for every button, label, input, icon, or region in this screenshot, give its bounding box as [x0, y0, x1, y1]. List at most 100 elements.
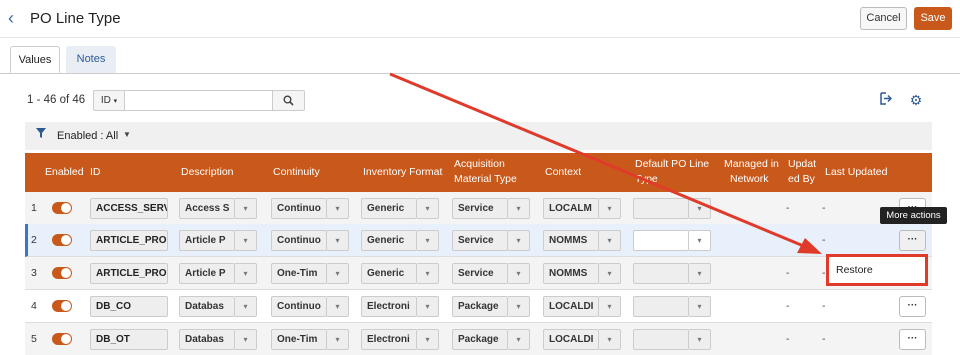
- chevron-down-icon[interactable]: ▾: [235, 230, 257, 251]
- enabled-toggle[interactable]: [52, 333, 72, 345]
- chevron-down-icon[interactable]: ▾: [689, 296, 711, 317]
- search-field-select[interactable]: ID ▾: [93, 90, 125, 111]
- enabled-toggle[interactable]: [52, 202, 72, 214]
- chevron-down-icon[interactable]: ▾: [599, 263, 621, 284]
- search-input[interactable]: [125, 90, 273, 111]
- inventory-format-select[interactable]: Generic: [361, 263, 417, 284]
- inventory-format-select[interactable]: Generic: [361, 230, 417, 251]
- continuity-select[interactable]: Continuo: [271, 198, 327, 219]
- filter-enabled-label[interactable]: Enabled : All: [57, 130, 118, 142]
- col-last-updated[interactable]: Last Updated: [825, 166, 887, 179]
- chevron-down-icon[interactable]: ▾: [417, 263, 439, 284]
- material-type-select[interactable]: Service: [452, 263, 508, 284]
- chevron-down-icon[interactable]: ▾: [327, 263, 349, 284]
- chevron-down-icon[interactable]: ▾: [327, 329, 349, 350]
- chevron-down-icon[interactable]: ▾: [235, 263, 257, 284]
- material-type-select[interactable]: Package: [452, 296, 508, 317]
- col-enabled[interactable]: Enabled: [45, 166, 84, 179]
- chevron-down-icon[interactable]: ▾: [508, 230, 530, 251]
- description-select[interactable]: Databas: [179, 329, 235, 350]
- col-id[interactable]: ID: [90, 166, 101, 179]
- chevron-down-icon[interactable]: ▼: [123, 130, 131, 139]
- chevron-down-icon[interactable]: ▾: [327, 230, 349, 251]
- table-row[interactable]: 1 ACCESS_SERV Access S ▾ Continuo ▾ Generic ▾ Se…: [25, 192, 932, 225]
- material-type-select[interactable]: Package: [452, 329, 508, 350]
- table-row[interactable]: 5 DB_OT Databas ▾ One-Tim ▾ Electroni ▾ Package ▾…: [25, 323, 932, 355]
- col-context[interactable]: Context: [545, 166, 581, 179]
- back-chevron-icon[interactable]: ‹: [8, 7, 22, 29]
- continuity-select[interactable]: One-Tim: [271, 329, 327, 350]
- enabled-toggle[interactable]: [52, 300, 72, 312]
- chevron-down-icon[interactable]: ▾: [235, 296, 257, 317]
- context-select[interactable]: LOCALM: [543, 198, 599, 219]
- more-actions-button[interactable]: ···: [899, 329, 926, 350]
- col-acq-material-line1[interactable]: Acquisition: [454, 158, 505, 171]
- chevron-down-icon[interactable]: ▾: [689, 230, 711, 251]
- description-select[interactable]: Article P: [179, 230, 235, 251]
- enabled-toggle[interactable]: [52, 234, 72, 246]
- inventory-format-select[interactable]: Generic: [361, 198, 417, 219]
- chevron-down-icon[interactable]: ▾: [417, 296, 439, 317]
- continuity-select[interactable]: One-Tim: [271, 263, 327, 284]
- chevron-down-icon[interactable]: ▾: [599, 329, 621, 350]
- context-select[interactable]: LOCALDI: [543, 296, 599, 317]
- col-default-line1[interactable]: Default PO Line: [635, 158, 709, 171]
- chevron-down-icon[interactable]: ▾: [689, 263, 711, 284]
- chevron-down-icon[interactable]: ▾: [508, 198, 530, 219]
- material-type-select[interactable]: Service: [452, 198, 508, 219]
- tab-notes[interactable]: Notes: [66, 46, 116, 73]
- id-field[interactable]: ARTICLE_PRO: [90, 263, 168, 284]
- search-button[interactable]: [273, 90, 305, 111]
- default-po-line-type-select[interactable]: [633, 198, 689, 219]
- col-updated-line2[interactable]: ed By: [788, 173, 815, 186]
- col-continuity[interactable]: Continuity: [273, 166, 320, 179]
- chevron-down-icon[interactable]: ▾: [327, 296, 349, 317]
- more-actions-button[interactable]: ···: [899, 296, 926, 317]
- chevron-down-icon[interactable]: ▾: [599, 230, 621, 251]
- description-select[interactable]: Access S: [179, 198, 235, 219]
- continuity-select[interactable]: Continuo: [271, 296, 327, 317]
- default-po-line-type-select[interactable]: [633, 263, 689, 284]
- id-field[interactable]: ACCESS_SERV: [90, 198, 168, 219]
- table-row[interactable]: 4 DB_CO Databas ▾ Continuo ▾ Electroni ▾ Package…: [25, 290, 932, 323]
- col-managed-line1[interactable]: Managed in: [724, 158, 779, 171]
- cancel-button[interactable]: Cancel: [860, 7, 907, 30]
- default-po-line-type-select[interactable]: [633, 329, 689, 350]
- context-select[interactable]: NOMMS: [543, 230, 599, 251]
- chevron-down-icon[interactable]: ▾: [235, 198, 257, 219]
- material-type-select[interactable]: Service: [452, 230, 508, 251]
- continuity-select[interactable]: Continuo: [271, 230, 327, 251]
- chevron-down-icon[interactable]: ▾: [689, 198, 711, 219]
- chevron-down-icon[interactable]: ▾: [417, 329, 439, 350]
- default-po-line-type-select[interactable]: [633, 296, 689, 317]
- id-field[interactable]: DB_OT: [90, 329, 168, 350]
- description-select[interactable]: Article P: [179, 263, 235, 284]
- context-select[interactable]: NOMMS: [543, 263, 599, 284]
- more-actions-button[interactable]: ···: [899, 230, 926, 251]
- chevron-down-icon[interactable]: ▾: [508, 329, 530, 350]
- context-select[interactable]: LOCALDI: [543, 329, 599, 350]
- inventory-format-select[interactable]: Electroni: [361, 329, 417, 350]
- col-inventory-format[interactable]: Inventory Format: [363, 166, 442, 179]
- table-row[interactable]: 3 ARTICLE_PRO Article P ▾ One-Tim ▾ Generic ▾ Se…: [25, 257, 932, 290]
- col-updated-line1[interactable]: Updat: [788, 158, 816, 171]
- chevron-down-icon[interactable]: ▾: [417, 198, 439, 219]
- inventory-format-select[interactable]: Electroni: [361, 296, 417, 317]
- default-po-line-type-select[interactable]: [633, 230, 689, 251]
- chevron-down-icon[interactable]: ▾: [599, 198, 621, 219]
- chevron-down-icon[interactable]: ▾: [508, 296, 530, 317]
- chevron-down-icon[interactable]: ▾: [327, 198, 349, 219]
- col-acq-material-line2[interactable]: Material Type: [454, 173, 517, 186]
- id-field[interactable]: ARTICLE_PRO: [90, 230, 168, 251]
- col-default-line2[interactable]: Type: [635, 173, 658, 186]
- col-managed-line2[interactable]: Network: [730, 173, 769, 186]
- chevron-down-icon[interactable]: ▾: [417, 230, 439, 251]
- menu-item-restore[interactable]: Restore: [836, 264, 873, 276]
- col-description[interactable]: Description: [181, 166, 234, 179]
- enabled-toggle[interactable]: [52, 267, 72, 279]
- export-icon[interactable]: [877, 92, 893, 108]
- chevron-down-icon[interactable]: ▾: [599, 296, 621, 317]
- chevron-down-icon[interactable]: ▾: [235, 329, 257, 350]
- chevron-down-icon[interactable]: ▾: [689, 329, 711, 350]
- gear-icon[interactable]: ⚙: [908, 92, 924, 108]
